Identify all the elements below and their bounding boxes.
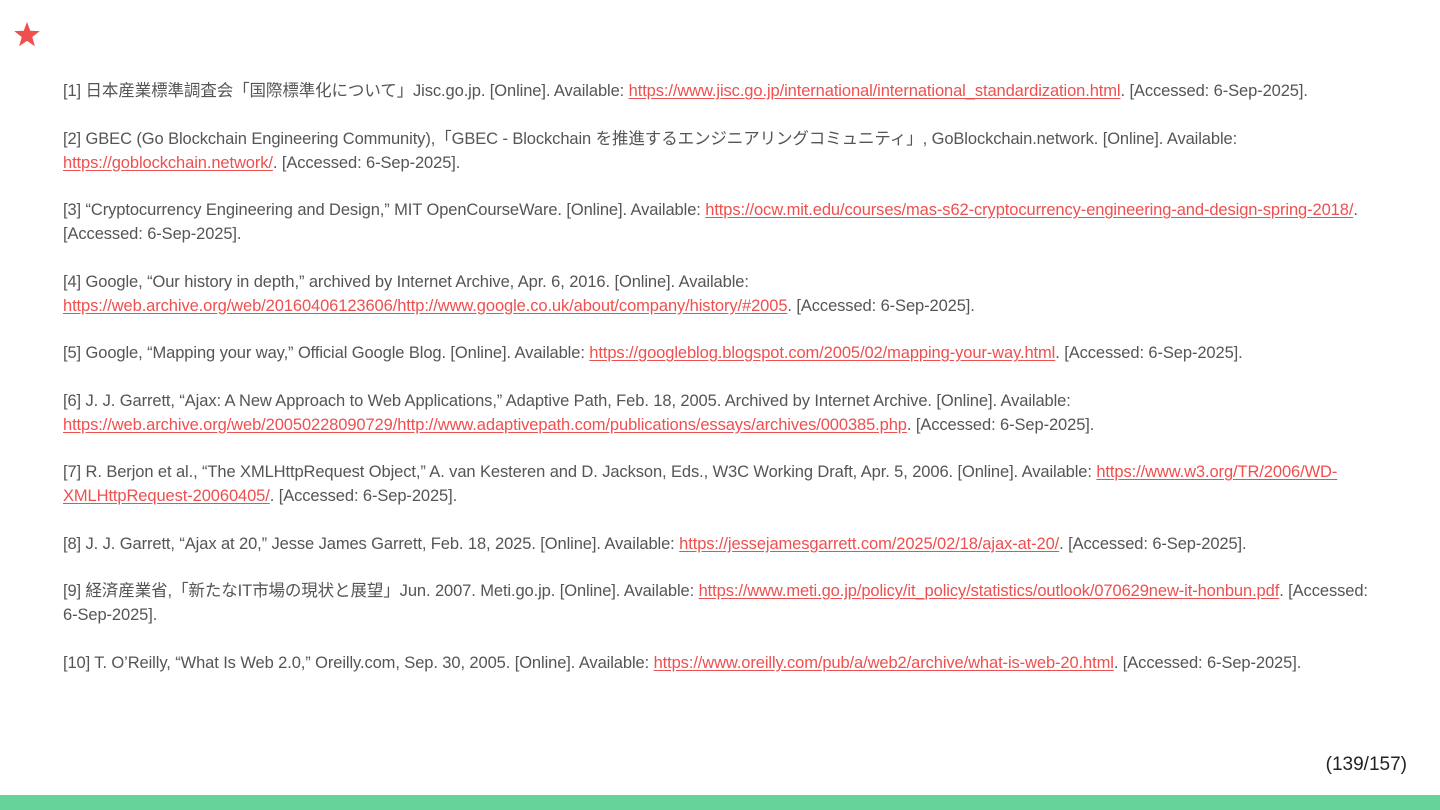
reference-accessed: . [Accessed: 6-Sep-2025]. — [906, 415, 1095, 434]
reference-item: [2] GBEC (Go Blockchain Engineering Comm… — [63, 127, 1383, 175]
reference-link[interactable]: https://www.oreilly.com/pub/a/web2/archi… — [654, 654, 1114, 672]
footer-bar — [0, 795, 1440, 810]
reference-text: [3] “Cryptocurrency Engineering and Desi… — [63, 201, 706, 219]
reference-item: [1] 日本産業標準調査会「国際標準化について」Jisc.go.jp. [Onl… — [63, 79, 1383, 103]
reference-link[interactable]: https://googleblog.blogspot.com/2005/02/… — [589, 344, 1055, 362]
reference-link[interactable]: https://www.meti.go.jp/policy/it_policy/… — [699, 582, 1280, 600]
reference-item: [8] J. J. Garrett, “Ajax at 20,” Jesse J… — [63, 532, 1383, 556]
page-number: (139/157) — [1325, 754, 1407, 775]
reference-item: [7] R. Berjon et al., “The XMLHttpReques… — [63, 460, 1383, 508]
reference-accessed: . [Accessed: 6-Sep-2025]. — [787, 296, 975, 315]
reference-accessed: . [Accessed: 6-Sep-2025]. — [1120, 82, 1308, 100]
reference-text: [10] T. O’Reilly, “What Is Web 2.0,” Ore… — [63, 653, 654, 672]
reference-text: [8] J. J. Garrett, “Ajax at 20,” Jesse J… — [63, 534, 680, 553]
reference-item: [3] “Cryptocurrency Engineering and Desi… — [63, 198, 1383, 246]
reference-accessed: . [Accessed: 6-Sep-2025]. — [272, 153, 461, 172]
reference-link[interactable]: https://web.archive.org/web/201604061236… — [63, 297, 788, 315]
reference-item: [5] Google, “Mapping your way,” Official… — [63, 341, 1383, 365]
reference-accessed: . [Accessed: 6-Sep-2025]. — [269, 487, 458, 505]
reference-link[interactable]: https://www.jisc.go.jp/international/int… — [629, 82, 1121, 100]
star-shape — [14, 21, 40, 47]
reference-text: [1] 日本産業標準調査会「国際標準化について」Jisc.go.jp. [Onl… — [63, 82, 629, 100]
reference-text: [9] 経済産業省,「新たなIT市場の現状と展望」Jun. 2007. Meti… — [63, 582, 699, 600]
reference-text: [7] R. Berjon et al., “The XMLHttpReques… — [63, 463, 1097, 481]
reference-accessed: . [Accessed: 6-Sep-2025]. — [1055, 344, 1243, 362]
reference-item: [10] T. O’Reilly, “What Is Web 2.0,” Ore… — [63, 651, 1383, 675]
star-icon — [14, 21, 40, 47]
reference-link[interactable]: https://web.archive.org/web/200502280907… — [63, 416, 907, 434]
reference-link[interactable]: https://jessejamesgarrett.com/2025/02/18… — [679, 535, 1059, 553]
reference-text: [2] GBEC (Go Blockchain Engineering Comm… — [63, 129, 1238, 148]
reference-link[interactable]: https://goblockchain.network/ — [63, 154, 273, 172]
reference-item: [9] 経済産業省,「新たなIT市場の現状と展望」Jun. 2007. Meti… — [63, 579, 1383, 627]
reference-list: [1] 日本産業標準調査会「国際標準化について」Jisc.go.jp. [Onl… — [63, 79, 1383, 698]
reference-text: [4] Google, “Our history in depth,” arch… — [63, 272, 749, 291]
reference-link[interactable]: https://ocw.mit.edu/courses/mas-s62-cryp… — [705, 201, 1353, 219]
reference-text: [5] Google, “Mapping your way,” Official… — [63, 344, 590, 362]
reference-item: [4] Google, “Our history in depth,” arch… — [63, 270, 1383, 318]
reference-text: [6] J. J. Garrett, “Ajax: A New Approach… — [63, 391, 1071, 410]
reference-accessed: . [Accessed: 6-Sep-2025]. — [1113, 653, 1302, 672]
reference-item: [6] J. J. Garrett, “Ajax: A New Approach… — [63, 389, 1383, 437]
reference-accessed: . [Accessed: 6-Sep-2025]. — [1059, 534, 1247, 553]
